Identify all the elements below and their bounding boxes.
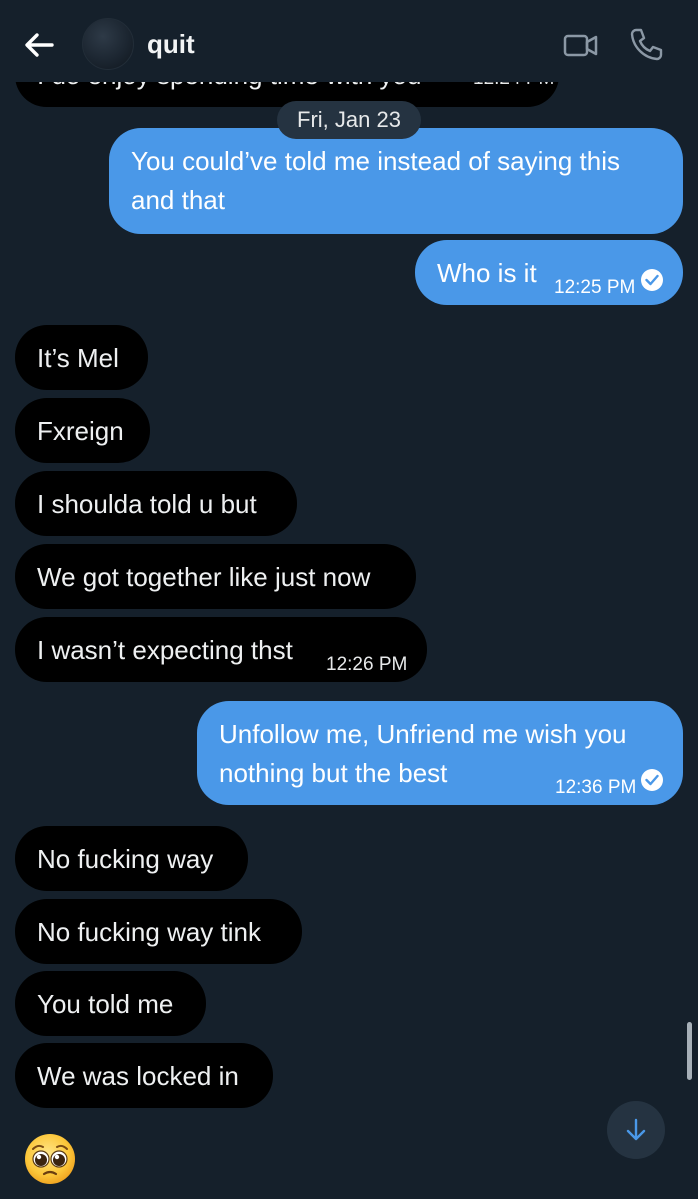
incoming-message[interactable]: I shoulda told u but bbox=[15, 471, 297, 536]
incoming-message[interactable]: We was locked in bbox=[15, 1043, 273, 1108]
outgoing-message[interactable]: You could’ve told me instead of saying t… bbox=[109, 128, 683, 234]
message-text: I wasn’t expecting thst bbox=[37, 635, 293, 665]
message-text: No fucking way tink bbox=[37, 917, 261, 947]
message-text: I shoulda told u but bbox=[37, 489, 257, 519]
message-time: 12:36 PM bbox=[555, 777, 637, 798]
message-text: Who is it bbox=[437, 258, 537, 288]
pleading-face-emoji[interactable] bbox=[23, 1132, 77, 1186]
message-text: We got together like just now bbox=[37, 562, 371, 592]
video-camera-icon[interactable] bbox=[562, 28, 600, 62]
date-separator: Fri, Jan 23 bbox=[277, 101, 421, 139]
incoming-message[interactable]: You told me bbox=[15, 971, 206, 1036]
avatar[interactable] bbox=[82, 18, 134, 70]
phone-icon[interactable] bbox=[628, 26, 664, 62]
incoming-message[interactable]: It’s Mel bbox=[15, 325, 148, 390]
incoming-message[interactable]: No fucking way tink bbox=[15, 899, 302, 964]
contact-name[interactable]: quit bbox=[147, 29, 195, 60]
message-text: You could’ve told me instead of saying t… bbox=[131, 146, 621, 215]
incoming-message[interactable]: Fxreign bbox=[15, 398, 150, 463]
conversation-header: quit bbox=[0, 0, 698, 82]
scrollbar[interactable] bbox=[687, 1022, 692, 1080]
incoming-message[interactable]: I wasn’t expecting thst 12:26 PM bbox=[15, 617, 427, 682]
incoming-message[interactable]: No fucking way bbox=[15, 826, 248, 891]
message-time: 12:25 PM bbox=[554, 277, 636, 298]
read-check-icon bbox=[641, 769, 663, 791]
message-text: You told me bbox=[37, 989, 174, 1019]
message-text: Fxreign bbox=[37, 416, 124, 446]
scroll-down-button[interactable] bbox=[607, 1101, 665, 1159]
arrow-left-icon[interactable] bbox=[22, 28, 56, 62]
message-text: It’s Mel bbox=[37, 343, 119, 373]
outgoing-message[interactable]: Who is it 12:25 PM bbox=[415, 240, 683, 305]
arrow-down-icon bbox=[626, 1118, 646, 1141]
message-text: No fucking way bbox=[37, 844, 214, 874]
message-time: 12:26 PM bbox=[326, 654, 408, 675]
message-text: We was locked in bbox=[37, 1061, 239, 1091]
incoming-message[interactable]: We got together like just now bbox=[15, 544, 416, 609]
outgoing-message[interactable]: Unfollow me, Unfriend me wish you nothin… bbox=[197, 701, 683, 805]
read-check-icon bbox=[641, 269, 663, 291]
